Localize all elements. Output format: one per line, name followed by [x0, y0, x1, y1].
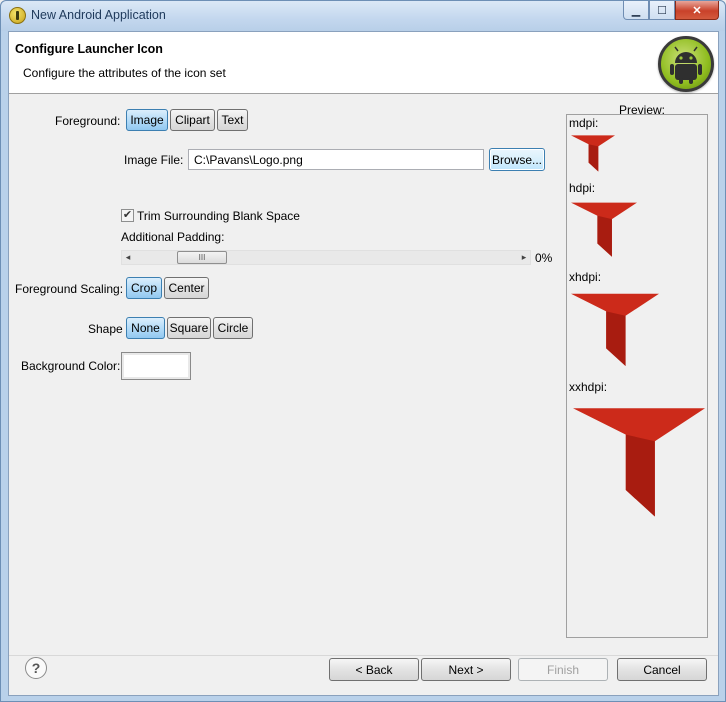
foreground-text-button[interactable]: Text [217, 109, 248, 131]
image-file-input[interactable]: C:\Pavans\Logo.png [188, 149, 484, 170]
scaling-crop-button[interactable]: Crop [126, 277, 162, 299]
window-title: New Android Application [31, 8, 166, 22]
application-window: New Android Application ▁ ☐ ✕ Configure … [0, 0, 726, 702]
page-title: Configure Launcher Icon [15, 42, 163, 56]
preview-hdpi-label: hdpi: [569, 181, 596, 195]
shape-selector: None Square Circle [126, 317, 253, 339]
preview-panel: mdpi: hdpi: xhdpi: xxhdpi: [566, 114, 708, 638]
background-color-label: Background Color: [21, 359, 121, 373]
padding-value: 0% [535, 251, 553, 265]
foreground-label: Foreground: [55, 114, 121, 128]
image-file-label: Image File: [124, 153, 184, 167]
preview-mdpi-icon [571, 135, 615, 172]
padding-slider[interactable]: ◂ III ▸ [121, 250, 531, 265]
back-button[interactable]: < Back [329, 658, 419, 681]
scaling-selector: Crop Center [126, 277, 209, 299]
footer-separator [9, 655, 718, 656]
foreground-clipart-button[interactable]: Clipart [170, 109, 215, 131]
preview-xxhdpi-label: xxhdpi: [569, 380, 608, 394]
scaling-center-button[interactable]: Center [164, 277, 209, 299]
shape-circle-button[interactable]: Circle [213, 317, 253, 339]
slider-left-arrow-icon[interactable]: ◂ [123, 252, 133, 263]
cancel-button[interactable]: Cancel [617, 658, 707, 681]
browse-button[interactable]: Browse... [489, 148, 545, 171]
finish-button[interactable]: Finish [518, 658, 608, 681]
window-controls: ▁ ☐ ✕ [623, 1, 719, 21]
preview-xhdpi-icon [571, 293, 659, 366]
dialog-client: Configure Launcher Icon Configure the at… [8, 31, 719, 696]
preview-hdpi-icon [571, 202, 637, 257]
wizard-content: Foreground: Image Clipart Text Image Fil… [9, 95, 718, 655]
preview-mdpi-label: mdpi: [569, 116, 599, 130]
wizard-header: Configure Launcher Icon Configure the at… [9, 32, 718, 94]
close-icon[interactable]: ✕ [675, 1, 719, 20]
shape-square-button[interactable]: Square [167, 317, 211, 339]
padding-label: Additional Padding: [121, 230, 225, 244]
foreground-selector: Image Clipart Text [126, 109, 248, 131]
android-logo-icon [658, 36, 714, 92]
slider-right-arrow-icon[interactable]: ▸ [519, 252, 529, 263]
preview-xhdpi-label: xhdpi: [569, 270, 602, 284]
minimize-icon[interactable]: ▁ [623, 1, 649, 20]
preview-xxhdpi-icon [573, 408, 705, 517]
foreground-image-button[interactable]: Image [126, 109, 168, 131]
shape-label: Shape [88, 322, 123, 336]
shape-none-button[interactable]: None [126, 317, 165, 339]
maximize-icon[interactable]: ☐ [649, 1, 675, 20]
trim-label: Trim Surrounding Blank Space [137, 209, 300, 223]
slider-thumb[interactable]: III [177, 251, 227, 264]
app-icon [9, 7, 26, 24]
scaling-label: Foreground Scaling: [15, 282, 124, 296]
next-button[interactable]: Next > [421, 658, 511, 681]
background-color-swatch[interactable] [121, 352, 191, 380]
title-bar[interactable]: New Android Application ▁ ☐ ✕ [1, 1, 725, 31]
page-subtitle: Configure the attributes of the icon set [23, 66, 226, 80]
help-icon[interactable]: ? [25, 657, 47, 679]
trim-checkbox[interactable]: ✔ [121, 209, 134, 222]
